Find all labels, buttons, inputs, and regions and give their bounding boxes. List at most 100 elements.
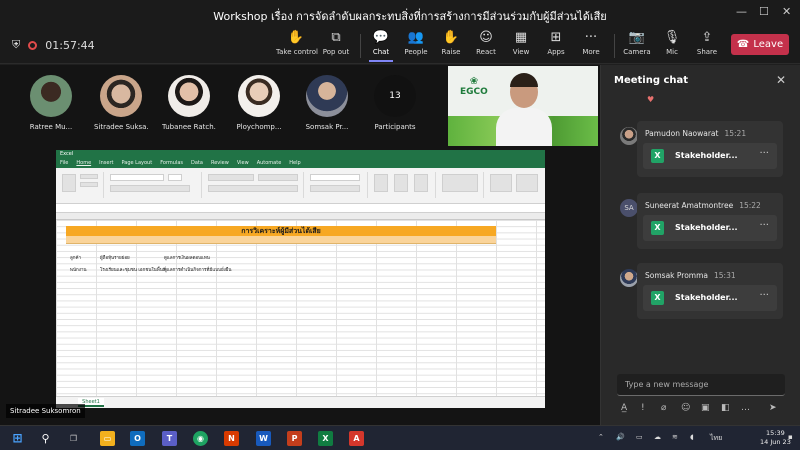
file-attachment[interactable]: X Stakeholder... ··· <box>643 285 777 311</box>
cell[interactable]: โรงเรียนและชุมชน เอกชนในพื้นที่ <box>100 266 166 273</box>
excel-icon[interactable]: X <box>318 431 333 446</box>
more-options-icon[interactable]: ··· <box>759 220 769 231</box>
attach-icon[interactable]: ⌀ <box>661 403 666 413</box>
message-sender: Suneerat Amatmontree <box>645 201 734 210</box>
close-icon[interactable]: ✕ <box>776 73 786 87</box>
excel-file-icon: X <box>651 149 664 163</box>
more-icon[interactable]: … <box>741 403 750 413</box>
mic-button[interactable]: 🎙 Mic <box>652 30 692 56</box>
cell[interactable]: พนักงาน <box>70 266 87 273</box>
file-explorer-icon[interactable]: ▭ <box>100 431 115 446</box>
minimize-button[interactable]: — <box>736 5 747 18</box>
pop-out-button[interactable]: ⧉ Pop out <box>316 30 356 56</box>
sticker-icon[interactable]: ◧ <box>721 403 730 413</box>
outlook-icon[interactable]: O <box>130 431 145 446</box>
tab-file[interactable]: File <box>60 159 68 168</box>
onedrive-icon[interactable]: ☁ <box>654 433 661 441</box>
tab-help[interactable]: Help <box>289 159 300 168</box>
people-button[interactable]: 👥 People <box>396 30 436 56</box>
sound-icon[interactable]: 🔊 <box>616 433 625 441</box>
chat-button[interactable]: 💬 Chat <box>361 30 401 62</box>
maximize-button[interactable]: ☐ <box>759 5 769 18</box>
chrome-icon[interactable]: ◉ <box>193 431 208 446</box>
windows-start-icon[interactable]: ⊞ <box>10 431 25 446</box>
participant-tile[interactable]: Tubanee Ratch... <box>162 75 216 131</box>
take-control-button[interactable]: ✋ Take control <box>276 30 318 56</box>
file-name: Stakeholder... <box>675 293 738 302</box>
meeting-toolbar: ⛨ 01:57:44 ✋ Take control ⧉ Pop out 💬 Ch… <box>0 28 800 64</box>
chat-message-input[interactable]: Type a new message <box>617 374 785 396</box>
shared-excel-window[interactable]: Excel File Home Insert Page Layout Formu… <box>56 150 545 408</box>
tab-review[interactable]: Review <box>211 159 229 168</box>
file-attachment[interactable]: X Stakeholder... ··· <box>643 215 777 241</box>
close-window-button[interactable]: ✕ <box>782 5 791 18</box>
speaker-video[interactable]: ❀ EGCO <box>448 66 598 146</box>
system-clock[interactable]: 15:39 14 Jun 23 <box>760 429 791 447</box>
view-button[interactable]: ▦ View <box>501 30 541 56</box>
tab-data[interactable]: Data <box>191 159 203 168</box>
search-icon[interactable]: ⚲ <box>38 431 53 446</box>
participants-count: 13 <box>374 75 416 117</box>
hand-icon: ✋ <box>287 30 305 45</box>
participant-tile[interactable]: Somsak Pr... <box>300 75 354 131</box>
powerpoint-icon[interactable]: P <box>287 431 302 446</box>
more-options-icon[interactable]: ··· <box>759 148 769 159</box>
participant-tile[interactable]: Sitradee Suksa... <box>94 75 148 131</box>
participant-tile[interactable]: Ploychomp... <box>232 75 286 131</box>
teams-icon[interactable]: T <box>162 431 177 446</box>
onenote-icon[interactable]: N <box>224 431 239 446</box>
cell[interactable]: ลูกค้า <box>70 254 81 261</box>
react-button[interactable]: ☺ React <box>466 30 506 56</box>
excel-file-icon: X <box>651 221 664 235</box>
camera-button[interactable]: 📷 Camera <box>617 30 657 56</box>
battery-icon[interactable]: ▭ <box>636 433 643 441</box>
phone-icon: ☎ <box>736 39 750 50</box>
word-icon[interactable]: W <box>256 431 271 446</box>
wifi-icon[interactable]: ≋ <box>672 433 678 441</box>
avatar <box>620 269 638 287</box>
sheet-banner-title: การวิเคราะห์ผู้มีส่วนได้เสีย <box>66 226 496 236</box>
task-view-icon[interactable]: ❐ <box>66 431 81 446</box>
gif-icon[interactable]: ▣ <box>701 403 710 413</box>
file-attachment[interactable]: X Stakeholder... ··· <box>643 143 777 169</box>
volume-icon[interactable]: ◖ <box>690 433 694 441</box>
tab-insert[interactable]: Insert <box>99 159 113 168</box>
excel-ribbon-tabs: File Home Insert Page Layout Formulas Da… <box>56 159 545 168</box>
tray-chevron-icon[interactable]: ⌃ <box>598 433 604 441</box>
share-button[interactable]: ⇪ Share <box>687 30 727 56</box>
cell[interactable]: ดูแลการดำเนินกิจการที่มีแบบยั่งยืน <box>164 266 232 273</box>
toolbar-divider <box>614 34 615 58</box>
chat-compose-tools: A̲ ! ⌀ ☺ ▣ ◧ … ➤ <box>617 403 787 417</box>
participants-overflow-tile[interactable]: 13 Participants <box>368 75 422 131</box>
more-icon: ··· <box>584 30 598 45</box>
cell[interactable]: ผู้ถือหุ้นรายย่อย <box>100 254 130 261</box>
recording-icon <box>28 40 38 50</box>
clock-date: 14 Jun 23 <box>760 438 791 446</box>
raise-hand-button[interactable]: ✋ Raise <box>431 30 471 56</box>
emoji-icon[interactable]: ☺ <box>681 403 690 413</box>
taskbar: ⊞ ⚲ ❐ ▭ O T ◉ N W P X A ⌃ 🔊 ▭ ☁ ≋ ◖ ไทย … <box>0 425 800 450</box>
priority-icon[interactable]: ! <box>641 403 645 413</box>
people-icon: 👥 <box>407 30 425 45</box>
tab-page-layout[interactable]: Page Layout <box>121 159 152 168</box>
acrobat-icon[interactable]: A <box>349 431 364 446</box>
tab-formulas[interactable]: Formulas <box>160 159 183 168</box>
spreadsheet-grid[interactable] <box>56 220 545 396</box>
tab-view[interactable]: View <box>237 159 249 168</box>
excel-titlebar: Excel <box>56 150 545 159</box>
more-button[interactable]: ··· More <box>571 30 611 56</box>
formula-bar[interactable] <box>56 204 545 213</box>
send-icon[interactable]: ➤ <box>769 403 777 413</box>
leave-button[interactable]: ☎ Leave <box>731 34 789 55</box>
more-options-icon[interactable]: ··· <box>759 290 769 301</box>
input-language[interactable]: ไทย <box>710 433 722 444</box>
participant-tile[interactable]: Ratree Mu... <box>24 75 78 131</box>
notifications-icon[interactable]: ▪ <box>788 433 793 441</box>
tab-home[interactable]: Home <box>76 159 91 168</box>
chat-title: Meeting chat <box>614 75 689 86</box>
apps-button[interactable]: ⊞ Apps <box>536 30 576 56</box>
tab-automate[interactable]: Automate <box>257 159 282 168</box>
shield-icon: ⛨ <box>12 38 21 51</box>
format-icon[interactable]: A̲ <box>621 403 627 413</box>
cell[interactable]: ดูแลการเงินผลตอบแทน <box>164 254 210 261</box>
